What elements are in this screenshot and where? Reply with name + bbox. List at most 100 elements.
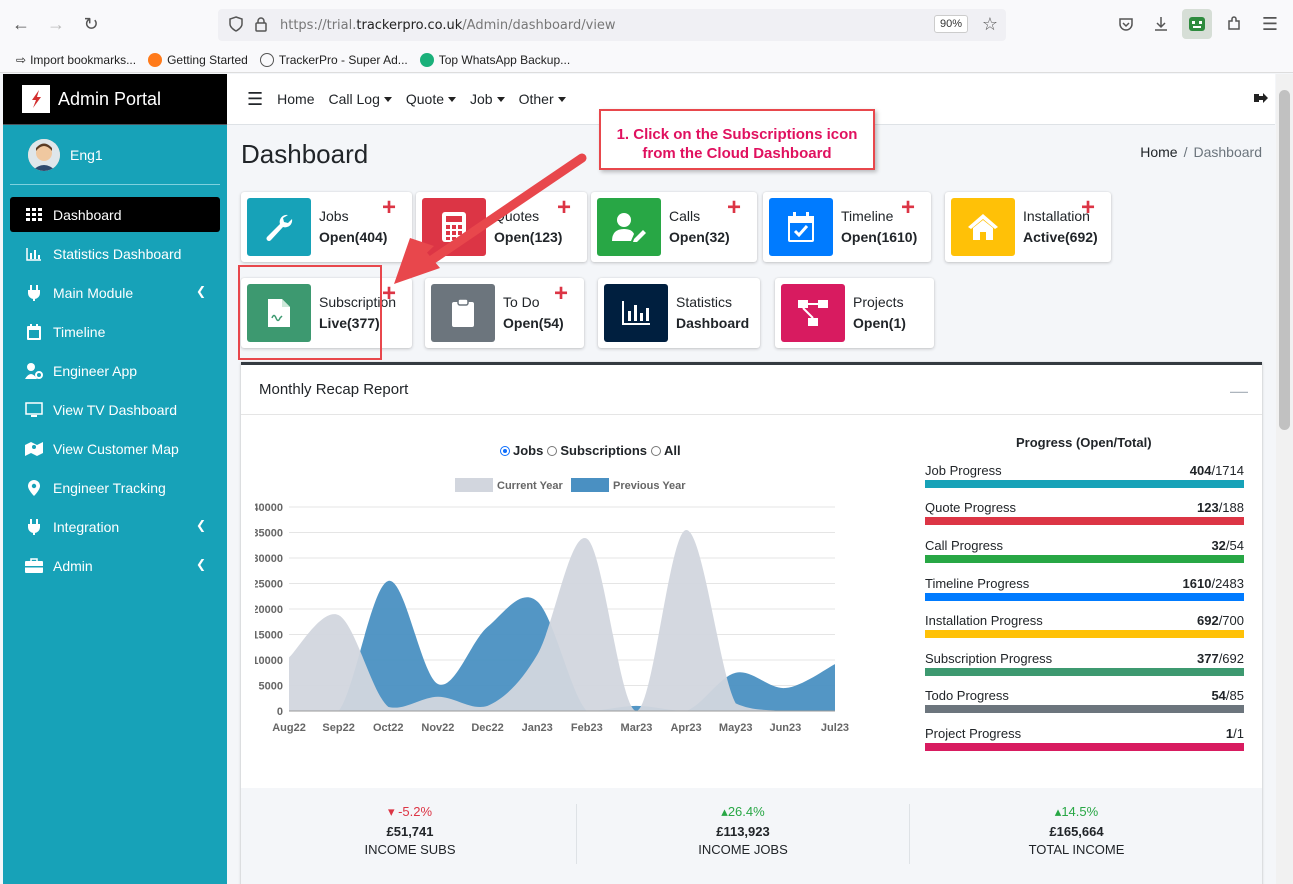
progress-row: Todo Progress 54/85 bbox=[925, 688, 1244, 703]
progress-count: 692/700 bbox=[1197, 613, 1244, 628]
user-edit-icon bbox=[597, 198, 661, 256]
scrollbar-thumb[interactable] bbox=[1279, 90, 1290, 430]
zoom-badge[interactable]: 90% bbox=[933, 15, 968, 33]
minus-icon[interactable]: — bbox=[1230, 381, 1248, 402]
progress-bar-fill bbox=[925, 630, 1244, 638]
sidebar-item-statistics-dashboard[interactable]: Statistics Dashboard bbox=[10, 236, 220, 271]
y-tick-label: 30000 bbox=[255, 553, 283, 565]
sidebar-item-engineer-app[interactable]: Engineer App bbox=[10, 353, 220, 388]
puzzle-icon[interactable] bbox=[1220, 10, 1248, 38]
sidebar-item-label: Timeline bbox=[53, 323, 106, 340]
pocket-icon[interactable] bbox=[1112, 10, 1140, 38]
progress-count: 123/188 bbox=[1197, 500, 1244, 515]
stat-percent: ▴26.4% bbox=[721, 804, 765, 819]
card-header: Monthly Recap Report — bbox=[241, 365, 1262, 415]
annotation-line-1: 1. Click on the Subscriptions icon bbox=[616, 126, 858, 143]
extension-icon[interactable] bbox=[1182, 9, 1212, 39]
sidebar-item-dashboard[interactable]: Dashboard bbox=[10, 197, 220, 232]
nav-home[interactable]: Home bbox=[277, 91, 314, 107]
hamburger-icon[interactable]: ☰ bbox=[247, 89, 263, 110]
tile-projects[interactable]: Projects Open(1) bbox=[775, 278, 934, 348]
y-tick-label: 10000 bbox=[255, 655, 283, 667]
bookmark-import[interactable]: ⇨ Import bookmarks... bbox=[16, 53, 136, 67]
brand-link[interactable]: Admin Portal bbox=[3, 74, 227, 125]
sidebar-item-integration[interactable]: Integration ❮ bbox=[10, 509, 220, 544]
logout-icon[interactable] bbox=[1253, 91, 1269, 108]
caret-down-icon bbox=[383, 96, 392, 102]
breadcrumb-home[interactable]: Home bbox=[1140, 144, 1177, 160]
stat-amount: £165,664 bbox=[1049, 824, 1104, 839]
progress-open: 692 bbox=[1196, 613, 1219, 628]
nav-job[interactable]: Job bbox=[470, 91, 505, 107]
url-bar[interactable]: https://trial.trackerpro.co.uk/Admin/das… bbox=[218, 9, 1006, 41]
tile-calls[interactable]: Calls Open(32) + bbox=[591, 192, 757, 262]
sidebar-item-timeline[interactable]: Timeline bbox=[10, 314, 220, 349]
x-tick-label: Jul23 bbox=[821, 722, 849, 734]
progress-item: Timeline Progress 1610/2483 bbox=[925, 576, 1244, 601]
import-icon: ⇨ bbox=[16, 53, 27, 67]
sidebar-item-engineer-tracking[interactable]: Engineer Tracking bbox=[10, 470, 220, 505]
x-tick-label: Apr23 bbox=[670, 722, 701, 734]
caret-down-icon bbox=[557, 96, 566, 102]
sidebar-item-view-customer-map[interactable]: View Customer Map bbox=[10, 431, 220, 466]
sidebar-item-admin[interactable]: Admin ❮ bbox=[10, 548, 220, 583]
x-tick-label: Jan23 bbox=[522, 722, 553, 734]
tile-value: Open(1) bbox=[853, 315, 906, 331]
progress-bar-fill bbox=[925, 555, 1244, 563]
legend-swatch bbox=[571, 478, 609, 492]
sidebar-item-label: Dashboard bbox=[53, 206, 122, 223]
bookmark-whatsapp[interactable]: Top WhatsApp Backup... bbox=[419, 53, 570, 67]
bookmark-star-icon[interactable]: ☆ bbox=[982, 14, 998, 35]
radio-all[interactable] bbox=[651, 445, 662, 456]
tile-title: Statistics bbox=[676, 294, 733, 310]
progress-label: Installation Progress bbox=[925, 613, 1043, 628]
add-installation-plus-icon[interactable]: + bbox=[1081, 196, 1095, 220]
progress-title: Progress (Open/Total) bbox=[1016, 435, 1152, 450]
reload-icon[interactable]: ↻ bbox=[77, 10, 105, 38]
progress-item: Call Progress 32/54 bbox=[925, 538, 1244, 563]
tile-timeline[interactable]: Timeline Open(1610) + bbox=[763, 192, 931, 262]
add-timeline-plus-icon[interactable]: + bbox=[901, 196, 915, 220]
x-tick-label: Oct22 bbox=[373, 722, 404, 734]
stat-amount: £113,923 bbox=[716, 824, 770, 839]
radio-subscriptions[interactable] bbox=[547, 445, 558, 456]
nav-call-log[interactable]: Call Log bbox=[329, 91, 392, 107]
url-text: https://trial.trackerpro.co.uk/Admin/das… bbox=[280, 17, 616, 33]
nav-quote[interactable]: Quote bbox=[406, 91, 457, 107]
progress-label: Call Progress bbox=[925, 538, 1004, 553]
sidebar-item-view-tv-dashboard[interactable]: View TV Dashboard bbox=[10, 392, 220, 427]
bookmark-trackerpro[interactable]: TrackerPro - Super Ad... bbox=[259, 53, 408, 67]
tile-installation[interactable]: Installation Active(692) + bbox=[945, 192, 1111, 262]
project-diagram-icon bbox=[781, 284, 845, 342]
progress-item: Todo Progress 54/85 bbox=[925, 688, 1244, 713]
page-scrollbar[interactable] bbox=[1276, 74, 1293, 884]
forward-icon[interactable]: → bbox=[42, 10, 70, 38]
add-call-plus-icon[interactable]: + bbox=[727, 196, 741, 220]
progress-bar bbox=[925, 593, 1244, 601]
stat-percent: ▾ -5.2% bbox=[387, 804, 433, 819]
nav-other[interactable]: Other bbox=[519, 91, 566, 107]
breadcrumb-current: Dashboard bbox=[1193, 144, 1263, 160]
progress-bar-fill bbox=[925, 517, 1244, 525]
chevron-left-icon: ❮ bbox=[195, 518, 206, 532]
tile-statistics[interactable]: Statistics Dashboard bbox=[598, 278, 760, 348]
x-tick-label: Dec22 bbox=[471, 722, 503, 734]
back-icon[interactable]: ← bbox=[7, 10, 35, 38]
download-icon[interactable] bbox=[1147, 10, 1175, 38]
chart-filter-radios: Jobs Subscriptions All bbox=[496, 443, 681, 458]
menu-icon[interactable]: ☰ bbox=[1256, 10, 1284, 38]
tile-value: Open(1610) bbox=[841, 229, 918, 245]
progress-label: Project Progress bbox=[925, 726, 1022, 741]
legend-label: Previous Year bbox=[613, 480, 686, 492]
radio-jobs[interactable] bbox=[500, 445, 510, 456]
progress-bar bbox=[925, 555, 1244, 563]
user-panel[interactable]: Eng1 bbox=[10, 125, 220, 185]
progress-item: Project Progress 1/1 bbox=[925, 726, 1244, 751]
bookmark-getting-started[interactable]: Getting Started bbox=[148, 53, 248, 67]
stat-income-jobs: ▴26.4% £113,923 INCOME JOBS bbox=[577, 804, 910, 864]
avatar bbox=[28, 138, 60, 171]
progress-row: Installation Progress 692/700 bbox=[925, 613, 1244, 628]
tile-value: Active(692) bbox=[1023, 229, 1098, 245]
y-tick-label: 0 bbox=[277, 706, 283, 718]
sidebar-item-main-module[interactable]: Main Module ❮ bbox=[10, 275, 220, 310]
